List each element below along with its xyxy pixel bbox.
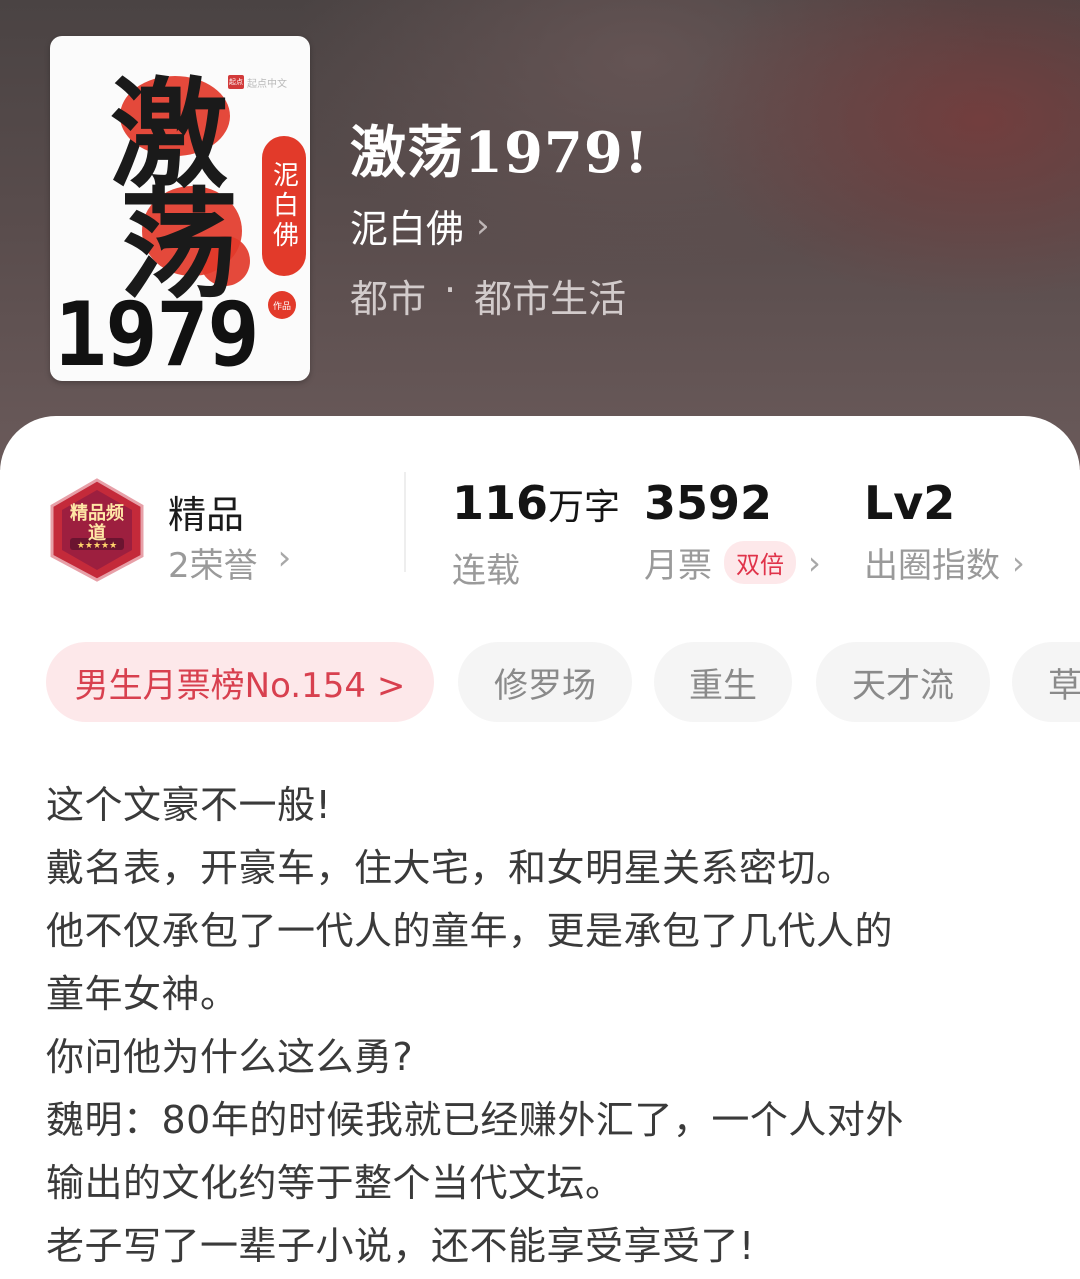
influence-label: 出圈指数: [864, 546, 1000, 586]
tag-item[interactable]: 草: [1012, 642, 1080, 722]
publisher-logo-icon: 起点: [228, 75, 244, 89]
monthly-ticket-value: 3592: [644, 476, 773, 530]
influence-level: Lv2: [864, 476, 956, 530]
publisher-tag: 起点中文: [247, 78, 287, 90]
chevron-right-icon: ›: [808, 543, 821, 582]
book-title: 激荡1979!: [350, 120, 650, 186]
word-count-stat: 116万字 连载: [452, 474, 620, 592]
serial-status: 连载: [452, 551, 520, 591]
synopsis-line: 你问他为什么这么勇?: [46, 1035, 414, 1079]
book-detail-card: ★★★★★ 精品频道 精品 2荣誉 › 116万字 连载 3592 月票 双倍 …: [0, 416, 1080, 1279]
genre-main[interactable]: 都市: [350, 268, 426, 323]
synopsis-line: 戴名表，开豪车，住大宅，和女明星关系密切。: [46, 846, 855, 890]
chevron-right-icon: ›: [277, 538, 292, 578]
author-link[interactable]: 泥白佛 ›: [350, 198, 490, 253]
influence-index-stat[interactable]: Lv2 出圈指数 ›: [864, 474, 1025, 587]
author-name: 泥白佛: [350, 207, 465, 251]
chevron-right-icon: ›: [1012, 543, 1025, 582]
tag-row: 男生月票榜No.154 > 修罗场 重生 天才流 草: [46, 642, 1080, 724]
cover-year: 1979: [54, 283, 260, 381]
genre-sub[interactable]: 都市生活: [474, 268, 626, 323]
tag-item[interactable]: 重生: [654, 642, 792, 722]
synopsis-line: 这个文豪不一般!: [46, 783, 332, 827]
tag-item[interactable]: 天才流: [816, 642, 990, 722]
stats-divider: [404, 472, 406, 572]
synopsis-line: 魏明：80年的时候我就已经赚外汇了，一个人对外: [46, 1098, 904, 1142]
tag-item[interactable]: 修罗场: [458, 642, 632, 722]
quality-title: 精品: [168, 493, 245, 537]
synopsis-line: 老子写了一辈子小说，还不能享受享受了!: [46, 1224, 755, 1268]
publisher-badge: 起点 起点中文: [228, 74, 298, 90]
quality-channel-emblem-icon[interactable]: ★★★★★ 精品频道: [48, 478, 146, 582]
cover-author-seal: 泥白佛: [262, 136, 306, 276]
monthly-ticket-label: 月票: [644, 546, 712, 586]
word-count-unit: 万字: [548, 487, 621, 528]
book-cover-image[interactable]: 起点 起点中文 激 荡 泥白佛 作品 1979: [50, 36, 310, 381]
word-count-value: 116: [452, 476, 549, 530]
honors-count: 2荣誉: [168, 546, 258, 586]
emblem-label: 精品频道: [70, 503, 124, 544]
honors-link[interactable]: 2荣誉 ›: [168, 538, 291, 587]
tag-monthly-rank[interactable]: 男生月票榜No.154 >: [46, 642, 434, 722]
stats-row: ★★★★★ 精品频道 精品 2荣誉 › 116万字 连载 3592 月票 双倍 …: [0, 416, 1080, 616]
book-header: 起点 起点中文 激 荡 泥白佛 作品 1979 激荡1979! 泥白佛 › 都市…: [0, 0, 1080, 470]
synopsis-line: 输出的文化约等于整个当代文坛。: [46, 1161, 624, 1205]
double-ticket-badge: 双倍: [724, 541, 796, 584]
monthly-ticket-stat[interactable]: 3592 月票 双倍 ›: [644, 474, 821, 587]
genre-line: 都市 · 都市生活: [350, 268, 626, 323]
genre-separator: ·: [444, 268, 457, 312]
chevron-right-icon: ›: [476, 205, 490, 246]
book-synopsis[interactable]: 这个文豪不一般! 戴名表，开豪车，住大宅，和女明星关系密切。 他不仅承包了一代人…: [46, 774, 1036, 1278]
synopsis-line: 他不仅承包了一代人的童年，更是承包了几代人的: [46, 909, 894, 953]
synopsis-line: 童年女神。: [46, 972, 239, 1016]
